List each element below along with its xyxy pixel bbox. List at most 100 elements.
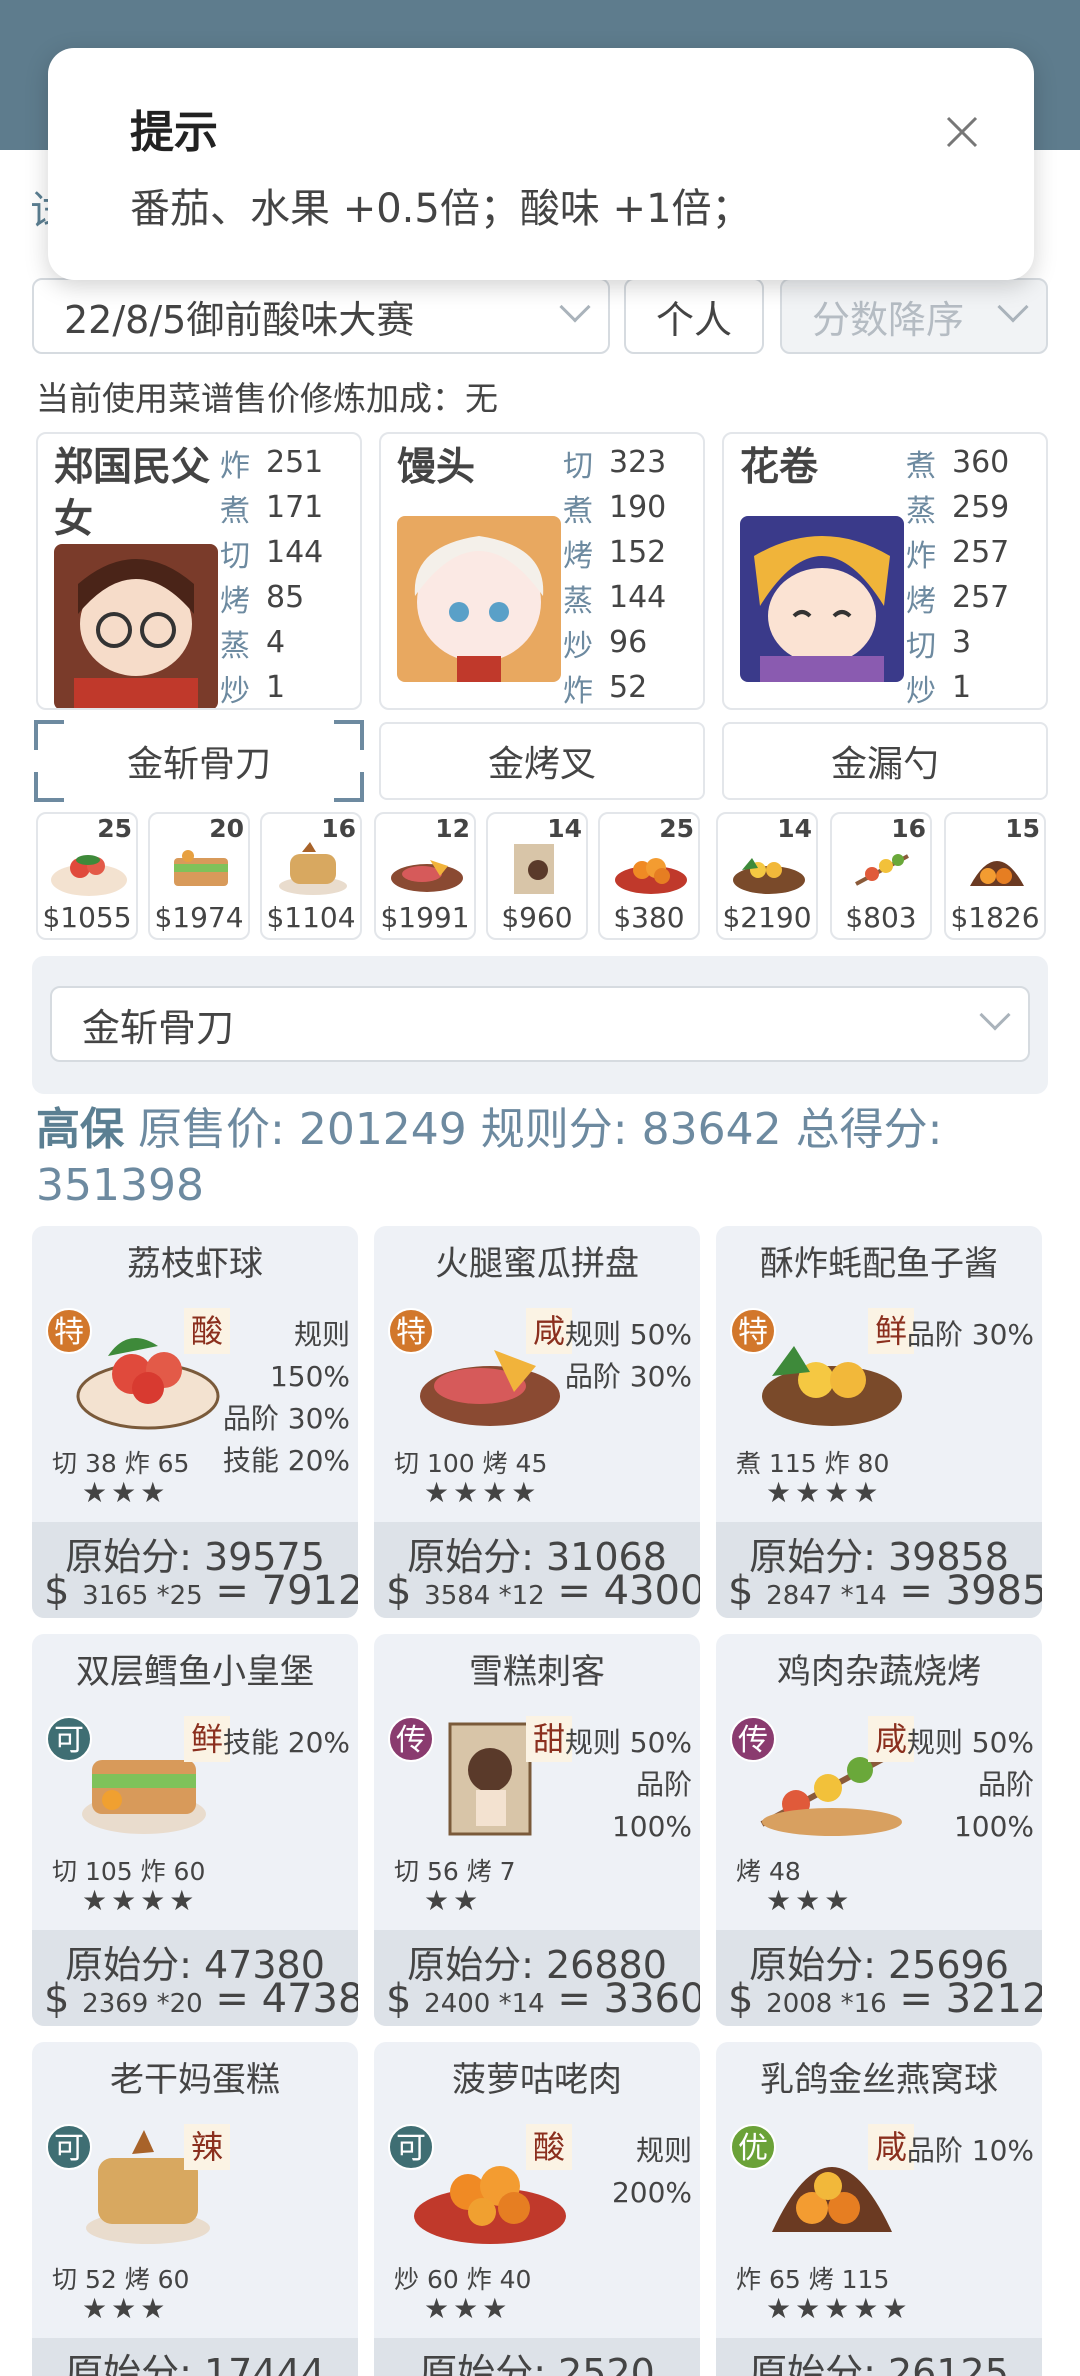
total-score-label: 总得分:	[795, 1104, 943, 1155]
recipe-card[interactable]: 双层鳕鱼小皇堡 可 鲜 技能 20% 切 105 炸 60 ★★★★ 原始分: …	[32, 1634, 358, 2026]
recipe-card[interactable]: 菠萝咕咾肉 可 酸 规则 200% 炒 60 炸 40 ★★★ 原始分: 252…	[374, 2042, 700, 2376]
chevron-down-icon	[559, 291, 591, 323]
recipe-skills: 切 52 烤 60	[52, 2265, 190, 2294]
rarity-badge: 特	[388, 1308, 434, 1354]
rarity-badge: 特	[46, 1308, 92, 1354]
dish-slot[interactable]: 16 $803	[830, 812, 932, 940]
dish-price: $1826	[950, 901, 1040, 934]
recipe-skills: 炒 60 炸 40	[394, 2265, 532, 2294]
chef-card[interactable]: 馒头 切 323 煮 190 烤 152 蒸 144 炒 96 炸 52	[379, 432, 705, 710]
score-area: 原始分: 2520	[374, 2338, 700, 2376]
recipe-card[interactable]: 老干妈蛋糕 可 辣 切 52 烤 60 ★★★ 原始分: 17444	[32, 2042, 358, 2376]
dish-slot[interactable]: 15 $1826	[944, 812, 1046, 940]
flavor-badge: 辣	[184, 2124, 230, 2170]
contest-select[interactable]: 22/8/5御前酸味大赛	[32, 278, 610, 354]
dish-slot[interactable]: 25 $380	[598, 812, 700, 940]
tip-title: 提示	[130, 107, 218, 158]
chevron-down-icon	[979, 999, 1011, 1031]
dish-slot[interactable]: 16 $1104	[260, 812, 362, 940]
close-icon[interactable]	[938, 108, 986, 156]
dish-icon	[391, 860, 463, 892]
dish-icon	[279, 842, 347, 895]
recipe-name: 双层鳕鱼小皇堡	[76, 1652, 314, 1692]
equip-select[interactable]: 金斩骨刀	[50, 986, 1030, 1062]
rule-score-value: 83642	[641, 1104, 782, 1155]
dish-icon	[514, 844, 554, 894]
recipe-buffs: 规则 200%	[611, 2134, 692, 2209]
selection-corner	[334, 720, 364, 750]
recipe-card[interactable]: 乳鸽金丝燕窝球 优 咸 品阶 10% 炸 65 烤 115 ★★★★★ 原始分:…	[716, 2042, 1042, 2376]
equip-slot-3[interactable]: 金漏勺	[722, 722, 1048, 800]
recipe-skills: 煮 115 炸 80	[736, 1449, 890, 1478]
summary-label: 高保	[36, 1104, 124, 1155]
recipe-card[interactable]: 雪糕刺客 传 甜 规则 50% 品阶 100% 切 56 烤 7 ★★ 原始分: …	[374, 1634, 700, 2026]
chef-name: 郑国民父女	[54, 445, 211, 542]
dish-count: 20	[209, 814, 244, 843]
dish-slot[interactable]: 14 $2190	[716, 812, 818, 940]
rule-score-label: 规则分:	[480, 1104, 628, 1155]
dish-icon	[733, 858, 805, 894]
dish-count: 14	[777, 814, 812, 843]
mode-button[interactable]: 个人	[624, 278, 764, 354]
recipe-stars: ★★★★★	[766, 2292, 912, 2325]
chef-avatar	[54, 544, 218, 708]
bonus-text: 当前使用菜谱售价修炼加成：无	[36, 379, 498, 418]
dish-icon	[615, 858, 687, 894]
selection-corner	[34, 720, 64, 750]
equip-slot-1[interactable]: 金斩骨刀	[34, 720, 364, 802]
recipe-stars: ★★★★	[82, 1884, 199, 1917]
recipe-stars: ★★★	[82, 2292, 170, 2325]
recipe-buffs: 技能 20%	[222, 1726, 350, 1759]
score-area: 原始分: 47380 $ 2369 *20 = 47380	[32, 1930, 358, 2026]
dish-count: 16	[891, 814, 926, 843]
recipe-skills: 切 100 烤 45	[394, 1449, 548, 1478]
score-summary: 高保 原售价: 201249 规则分: 83642 总得分: 351398	[36, 1102, 1046, 1214]
dish-slot[interactable]: 12 $1991	[374, 812, 476, 940]
tip-text: 番茄、水果 +0.5倍；酸味 +1倍；	[130, 186, 752, 232]
recipe-skills: 切 56 烤 7	[394, 1857, 516, 1886]
dish-slot[interactable]: 25 $1055	[36, 812, 138, 940]
recipe-name: 菠萝咕咾肉	[452, 2060, 622, 2100]
recipe-name: 雪糕刺客	[469, 1652, 605, 1692]
recipe-card[interactable]: 火腿蜜瓜拼盘 特 咸 规则 50% 品阶 30% 切 100 烤 45 ★★★★ …	[374, 1226, 700, 1618]
chef-skills: 切 323 煮 190 烤 152 蒸 144 炒 96 炸 52	[563, 445, 667, 709]
equip-select-value: 金斩骨刀	[82, 1005, 235, 1050]
score-area: 原始分: 26880 $ 2400 *14 = 33600	[374, 1930, 700, 2026]
recipe-card[interactable]: 鸡肉杂蔬烧烤 传 咸 规则 50% 品阶 100% 烤 48 ★★★ 原始分: 2…	[716, 1634, 1042, 2026]
score-calc: $ 2369 *20 = 47380	[44, 1976, 358, 2022]
recipe-card[interactable]: 酥炸蚝配鱼子酱 特 鲜 品阶 30% 煮 115 炸 80 ★★★★ 原始分: …	[716, 1226, 1042, 1618]
chef-card[interactable]: 花卷 煮 360 蒸 259 炸 257 烤 257 切3 炒1	[722, 432, 1048, 710]
score-calc: $ 2847 *14 = 39858	[728, 1568, 1042, 1614]
recipe-skills: 切 105 炸 60	[52, 1857, 206, 1886]
recipe-card[interactable]: 荔枝虾球 特 酸 规则 150% 品阶 30% 技能 20% 切 38 炸 65 ★…	[32, 1226, 358, 1618]
chef-card[interactable]: 郑国民父女 炸 251 煮 171 切 144 烤 85 蒸4 炒1	[36, 432, 362, 710]
rarity-badge: 传	[388, 1716, 434, 1762]
sort-select[interactable]: 分数降序	[780, 278, 1048, 354]
recipe-name: 鸡肉杂蔬烧烤	[777, 1652, 981, 1692]
recipe-stars: ★★★★	[424, 1476, 541, 1509]
recipe-name: 酥炸蚝配鱼子酱	[760, 1244, 998, 1284]
recipe-skills: 切 38 炸 65	[52, 1449, 190, 1478]
dish-price: $1055	[42, 901, 132, 934]
original-score: 原始分: 2520	[419, 2351, 655, 2376]
recipe-stars: ★★	[424, 1884, 483, 1917]
chef-avatar	[397, 516, 561, 682]
orig-price-label: 原售价:	[138, 1104, 285, 1155]
equip-slot-2[interactable]: 金烤叉	[379, 722, 705, 800]
rarity-badge: 传	[730, 1716, 776, 1762]
dish-count: 15	[1005, 814, 1040, 843]
score-calc: $ 3584 *12 = 43008	[386, 1568, 700, 1614]
dish-slot[interactable]: 14 $960	[486, 812, 588, 940]
dish-slot[interactable]: 20 $1974	[148, 812, 250, 940]
recipe-stars: ★★★	[766, 1884, 854, 1917]
dish-price: $1104	[266, 901, 356, 934]
dish-price: $1991	[380, 901, 470, 934]
equip-label: 金斩骨刀	[126, 744, 271, 785]
recipe-buffs: 规则 50% 品阶 100%	[564, 1726, 692, 1843]
recipe-name: 火腿蜜瓜拼盘	[435, 1244, 639, 1284]
dish-icon	[970, 861, 1024, 886]
rarity-badge: 优	[730, 2124, 776, 2170]
selection-corner	[34, 772, 64, 802]
recipe-buffs: 品阶 10%	[906, 2134, 1034, 2167]
recipe-name: 老干妈蛋糕	[110, 2060, 280, 2100]
